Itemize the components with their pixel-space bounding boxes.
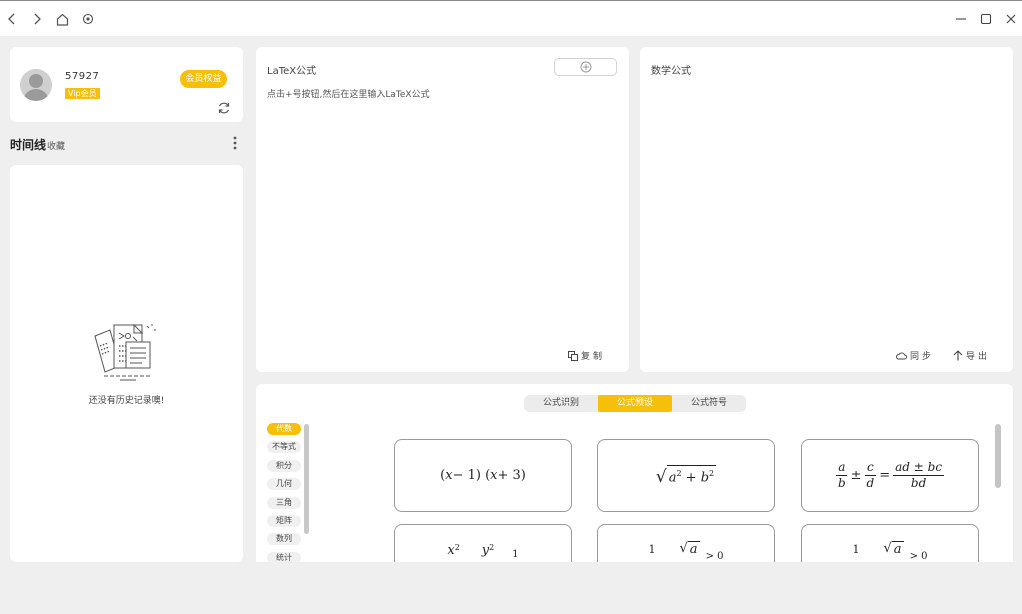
category-item[interactable]: 不等式 xyxy=(267,441,301,454)
avatar[interactable] xyxy=(20,69,52,101)
copy-label: 复制 xyxy=(581,352,606,362)
timeline-title[interactable]: 时间线 xyxy=(10,136,46,153)
formula-preset-card[interactable]: √ a2 + b2 xyxy=(597,439,775,512)
back-icon[interactable] xyxy=(4,11,20,27)
category-item[interactable]: 统计 xyxy=(267,551,301,562)
formula-preset-card[interactable]: (x − 1) (x + 3) xyxy=(394,439,572,512)
latex-title: LaTeX公式 xyxy=(267,66,317,77)
category-scrollbar[interactable] xyxy=(304,424,309,534)
username: 57927 xyxy=(65,71,100,82)
maximize-icon[interactable] xyxy=(978,11,994,27)
formula-tabs: 公式识别 公式预设 公式符号 xyxy=(524,395,746,412)
latex-input-area[interactable]: 点击+号按钮,然后在这里输入LaTeX公式 xyxy=(267,87,430,100)
category-item[interactable]: 代数 xyxy=(267,423,301,435)
formula-presets-panel: 公式识别 公式预设 公式符号 代数 不等式 积分 几何 三角 矩阵 数列 统计 … xyxy=(256,384,1013,562)
minimize-icon[interactable] xyxy=(953,11,969,27)
plus-icon xyxy=(580,61,592,73)
category-item[interactable]: 积分 xyxy=(267,459,301,472)
forward-icon[interactable] xyxy=(29,11,45,27)
cloud-icon xyxy=(896,352,907,360)
category-item[interactable]: 数列 xyxy=(267,533,301,546)
category-item[interactable]: 矩阵 xyxy=(267,514,301,527)
formula-preset-card[interactable]: 1 √ a > 0 xyxy=(801,524,979,562)
close-icon[interactable] xyxy=(1003,11,1019,27)
vip-badge: Vip会员 xyxy=(65,88,100,99)
category-list: 代数 不等式 积分 几何 三角 矩阵 数列 统计 xyxy=(267,423,303,562)
copy-button[interactable]: 复制 xyxy=(568,349,605,362)
user-card: 57927 Vip会员 会员权益 xyxy=(10,47,243,122)
tab-formula-recognition[interactable]: 公式识别 xyxy=(524,395,598,412)
math-title: 数学公式 xyxy=(651,66,691,77)
history-list: 还没有历史记录噢! xyxy=(10,165,243,562)
member-benefits-button[interactable]: 会员权益 xyxy=(180,70,227,88)
formula-preset-card[interactable]: x2 y2 1 xyxy=(394,524,572,562)
sync-label: 同步 xyxy=(910,352,935,362)
category-item[interactable]: 三角 xyxy=(267,496,301,509)
empty-history-text: 还没有历史记录噢! xyxy=(88,396,165,406)
latex-panel: LaTeX公式 点击+号按钮,然后在这里输入LaTeX公式 复制 xyxy=(256,47,629,372)
title-bar xyxy=(0,0,1022,36)
sync-button[interactable]: 同步 xyxy=(896,349,934,362)
tab-formula-presets[interactable]: 公式预设 xyxy=(598,395,672,412)
math-formula-panel: 数学公式 同步 导出 xyxy=(640,47,1013,372)
export-label: 导出 xyxy=(966,352,991,362)
favorites-tab[interactable]: 收藏 xyxy=(47,139,65,152)
upload-arrow-icon xyxy=(953,350,963,361)
formula-preset-card[interactable]: ab ± cd = ad ± bc bd xyxy=(801,439,979,512)
copy-icon xyxy=(568,350,578,361)
presets-scrollbar[interactable] xyxy=(995,424,1001,488)
empty-document-icon xyxy=(92,320,162,382)
more-options-icon[interactable] xyxy=(232,135,238,151)
category-item[interactable]: 几何 xyxy=(267,478,301,491)
home-icon[interactable] xyxy=(54,11,70,27)
refresh-icon[interactable] xyxy=(217,100,231,114)
export-button[interactable]: 导出 xyxy=(953,349,990,362)
add-latex-button[interactable] xyxy=(554,58,617,76)
tab-formula-symbols[interactable]: 公式符号 xyxy=(672,395,746,412)
formula-preset-card[interactable]: 1 √ a > 0 xyxy=(597,524,775,562)
target-icon[interactable] xyxy=(80,11,96,27)
